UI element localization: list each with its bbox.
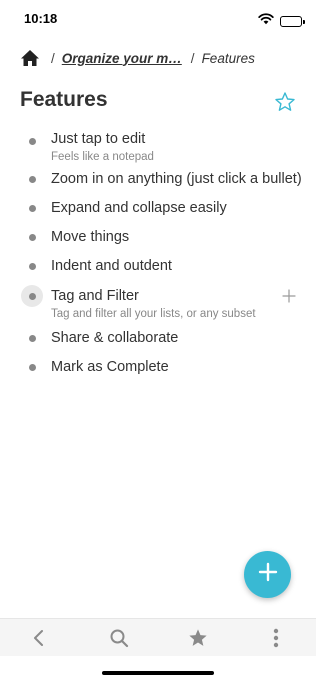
star-outline-icon[interactable] [274, 91, 296, 113]
plus-icon [258, 562, 278, 587]
back-chevron-icon[interactable] [27, 626, 51, 650]
battery-icon [280, 15, 305, 27]
item-text[interactable]: Indent and outdent [51, 255, 172, 277]
wifi-icon [258, 12, 274, 30]
item-text[interactable]: Just tap to edit [51, 128, 154, 150]
more-vertical-icon[interactable] [264, 626, 288, 650]
bullet-icon[interactable] [21, 197, 43, 219]
bullet-icon[interactable] [21, 356, 43, 378]
item-text[interactable]: Zoom in on anything (just click a bullet… [51, 168, 302, 190]
breadcrumb-separator: / [190, 50, 195, 66]
bullet-icon[interactable] [21, 285, 43, 307]
status-bar: 10:18 [0, 0, 316, 40]
item-note[interactable]: Feels like a notepad [51, 150, 154, 164]
add-child-plus-icon[interactable] [282, 289, 296, 303]
list-item: Expand and collapse easily [0, 197, 316, 226]
search-icon[interactable] [107, 626, 131, 650]
item-note[interactable]: Tag and filter all your lists, or any su… [51, 307, 256, 321]
list-item: Move things [0, 226, 316, 255]
list-item: Mark as Complete [0, 356, 316, 385]
breadcrumb: / Organize your m… / Features [20, 46, 255, 70]
list-item: Zoom in on anything (just click a bullet… [0, 168, 316, 197]
breadcrumb-current: Features [201, 50, 255, 66]
bullet-icon[interactable] [21, 168, 43, 190]
home-icon[interactable] [20, 48, 42, 68]
item-text[interactable]: Expand and collapse easily [51, 197, 227, 219]
app-screen: 10:18 / Organize your m… / Features Feat… [0, 0, 316, 684]
list-item: Share & collaborate [0, 327, 316, 356]
bullet-icon[interactable] [21, 130, 43, 152]
item-text[interactable]: Tag and Filter [51, 285, 256, 307]
status-time: 10:18 [24, 11, 58, 26]
add-item-button[interactable] [244, 551, 291, 598]
list-item: Just tap to edit Feels like a notepad [0, 128, 316, 168]
item-text[interactable]: Share & collaborate [51, 327, 178, 349]
bullet-icon[interactable] [21, 226, 43, 248]
bullet-icon[interactable] [21, 327, 43, 349]
breadcrumb-separator: / [51, 50, 55, 66]
item-list: Just tap to edit Feels like a notepad Zo… [0, 128, 316, 385]
page-title[interactable]: Features [20, 88, 108, 112]
star-icon[interactable] [186, 626, 210, 650]
item-text[interactable]: Mark as Complete [51, 356, 169, 378]
breadcrumb-parent-link[interactable]: Organize your m… [62, 51, 182, 66]
list-item: Tag and Filter Tag and filter all your l… [0, 285, 316, 327]
status-icons [258, 12, 305, 30]
bottom-toolbar [0, 618, 316, 656]
home-indicator [102, 671, 214, 675]
item-text[interactable]: Move things [51, 226, 129, 248]
bullet-icon[interactable] [21, 255, 43, 277]
list-item: Indent and outdent [0, 255, 316, 285]
